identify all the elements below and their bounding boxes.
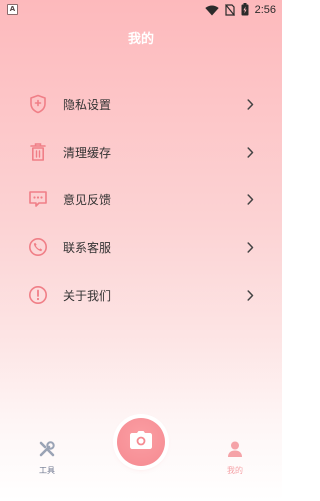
camera-icon [129, 430, 153, 454]
menu-item-clear-cache[interactable]: 清理缓存 [27, 137, 255, 167]
page-title: 我的 [127, 32, 154, 47]
app-notification-icon: A [7, 4, 18, 15]
wifi-icon [204, 1, 219, 20]
menu-item-label: 关于我们 [63, 288, 112, 303]
menu-item-privacy-settings[interactable]: 隐私设置 [27, 89, 255, 119]
info-icon [27, 284, 49, 306]
menu-item-label: 清理缓存 [63, 145, 112, 160]
menu-item-contact-support[interactable]: 联系客服 [27, 232, 255, 262]
tab-tools[interactable]: 工具 [27, 440, 67, 476]
menu-item-about-us[interactable]: 关于我们 [27, 280, 255, 310]
camera-button[interactable] [117, 418, 165, 466]
chevron-right-icon [245, 193, 255, 205]
menu-item-label: 隐私设置 [63, 97, 112, 112]
chevron-right-icon [245, 289, 255, 301]
tools-icon [38, 440, 56, 462]
user-icon [226, 440, 244, 462]
menu-item-label: 联系客服 [63, 240, 112, 255]
battery-charging-icon [241, 1, 249, 20]
chevron-right-icon [245, 146, 255, 158]
status-bar: A 2:56 [0, 0, 282, 20]
status-indicators: 2:56 [204, 1, 276, 20]
status-time: 2:56 [254, 4, 276, 16]
no-sim-icon [224, 1, 235, 20]
phone-icon [27, 236, 49, 258]
shield-icon [27, 93, 49, 115]
chevron-right-icon [245, 98, 255, 110]
chevron-right-icon [245, 241, 255, 253]
feedback-icon [27, 188, 49, 210]
menu-item-feedback[interactable]: 意见反馈 [27, 184, 255, 214]
profile-screen: A 2:56 我的 隐私设置 清理缓存 意见反馈 联系客服 关于我们 工具 我的 [0, 0, 282, 501]
trash-icon [27, 141, 49, 163]
menu-item-label: 意见反馈 [63, 192, 112, 207]
tab-mine-label: 我的 [227, 466, 243, 475]
tab-tools-label: 工具 [39, 466, 55, 475]
tab-mine[interactable]: 我的 [215, 440, 255, 476]
